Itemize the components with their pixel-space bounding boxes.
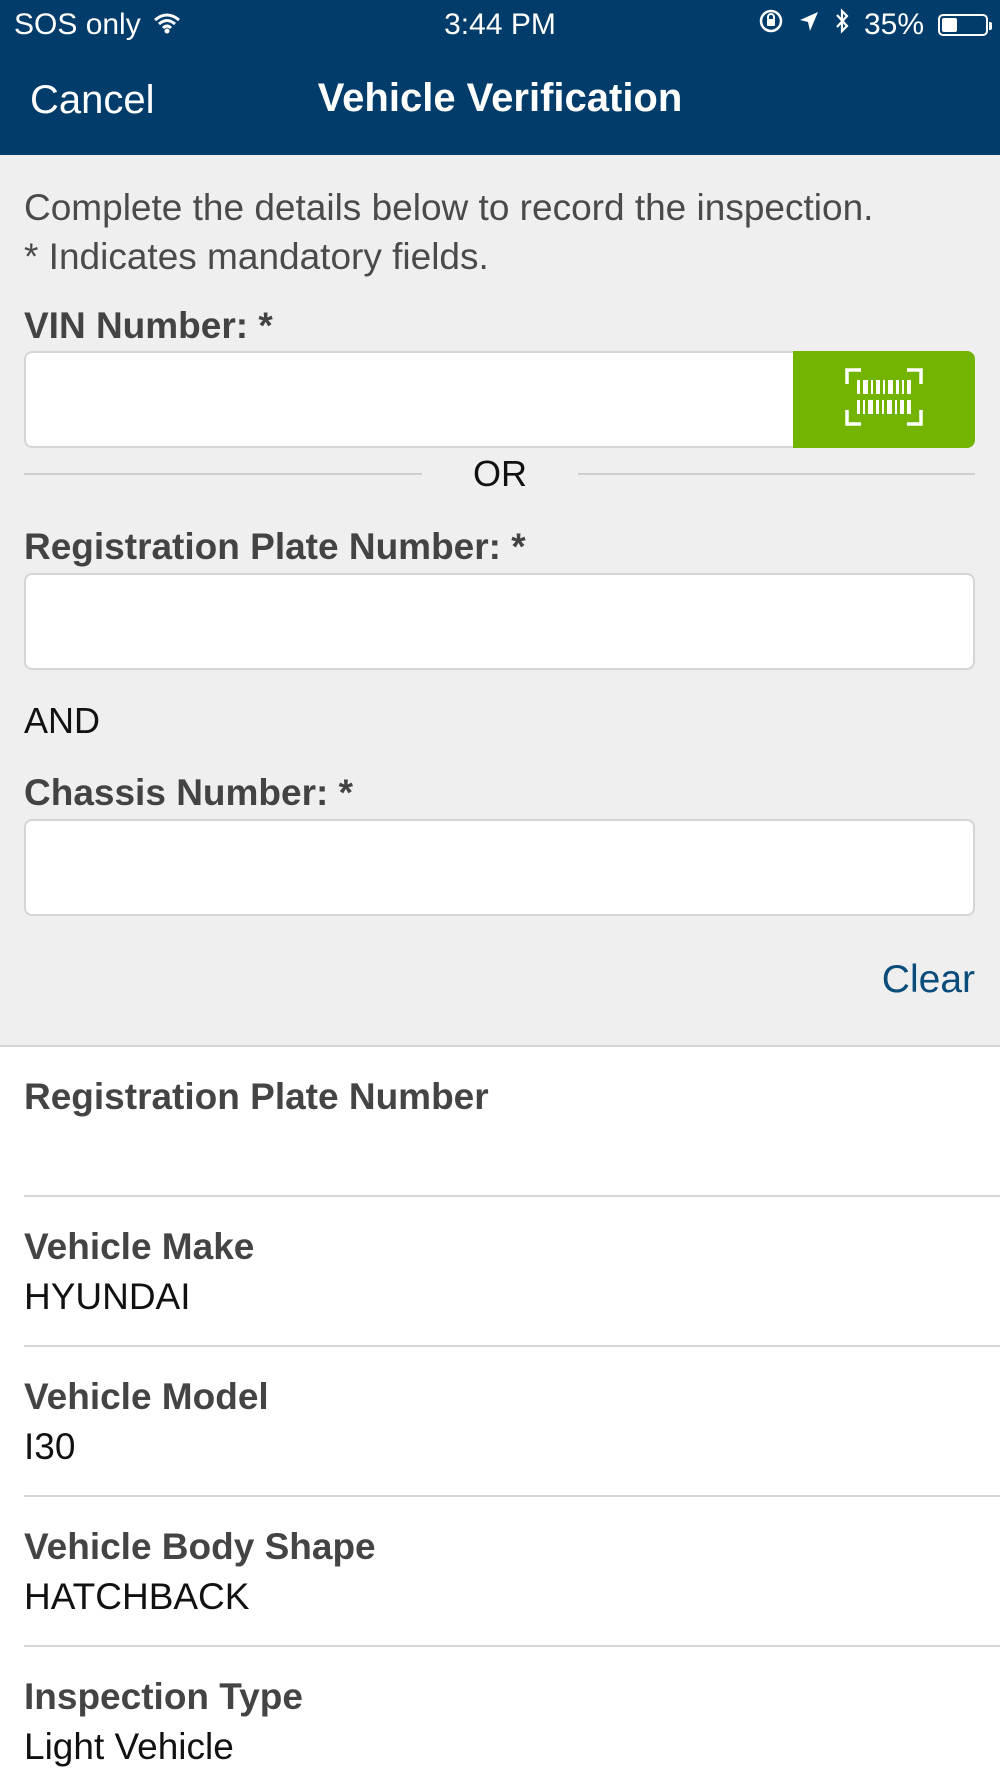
row-divider [24, 1195, 1000, 1197]
chassis-label: Chassis Number: * [24, 772, 353, 813]
vin-label: VIN Number: * [24, 305, 273, 346]
detail-value: Light Vehicle [24, 1726, 234, 1767]
mandatory-note: * Indicates mandatory fields. [24, 236, 489, 277]
and-separator: AND [24, 700, 101, 741]
chassis-input[interactable] [24, 819, 975, 916]
registration-label: Registration Plate Number: * [24, 526, 526, 567]
vin-input[interactable] [24, 351, 795, 448]
detail-label: Registration Plate Number [24, 1076, 489, 1117]
status-bar-right: 35% [758, 7, 992, 43]
clear-button[interactable]: Clear [882, 958, 975, 1002]
instructions: Complete the details below to record the… [24, 183, 873, 281]
detail-inspection-type: Inspection Type Light Vehicle [24, 1672, 1000, 1772]
detail-label: Vehicle Body Shape [24, 1526, 376, 1567]
location-icon [798, 8, 820, 42]
top-bar: SOS only 3:44 PM 35% Cancel Vehicle Veri… [0, 0, 1000, 155]
battery-icon [938, 14, 992, 36]
battery-percent: 35% [863, 8, 924, 41]
detail-registration: Registration Plate Number [24, 1072, 1000, 1122]
barcode-scan-button[interactable] [793, 351, 975, 448]
detail-label: Vehicle Make [24, 1226, 255, 1267]
row-divider [24, 1645, 1000, 1647]
battery-level [942, 18, 957, 32]
instruction-line: Complete the details below to record the… [24, 187, 874, 228]
detail-value: HATCHBACK [24, 1576, 250, 1617]
detail-label: Vehicle Model [24, 1376, 269, 1417]
bluetooth-icon [834, 7, 850, 43]
row-divider [24, 1495, 1000, 1497]
detail-vehicle-make: Vehicle Make HYUNDAI [24, 1222, 1000, 1322]
detail-body-shape: Vehicle Body Shape HATCHBACK [24, 1522, 1000, 1622]
detail-vehicle-model: Vehicle Model I30 [24, 1372, 1000, 1472]
detail-value: HYUNDAI [24, 1276, 191, 1317]
orientation-lock-icon [758, 8, 784, 42]
page-title: Vehicle Verification [317, 76, 683, 120]
or-divider-right [578, 473, 975, 475]
detail-label: Inspection Type [24, 1676, 303, 1717]
barcode-scan-icon [845, 368, 923, 431]
vehicle-search-form: Complete the details below to record the… [0, 155, 1000, 1047]
detail-value: I30 [24, 1426, 76, 1467]
row-divider [24, 1345, 1000, 1347]
registration-input[interactable] [24, 573, 975, 670]
